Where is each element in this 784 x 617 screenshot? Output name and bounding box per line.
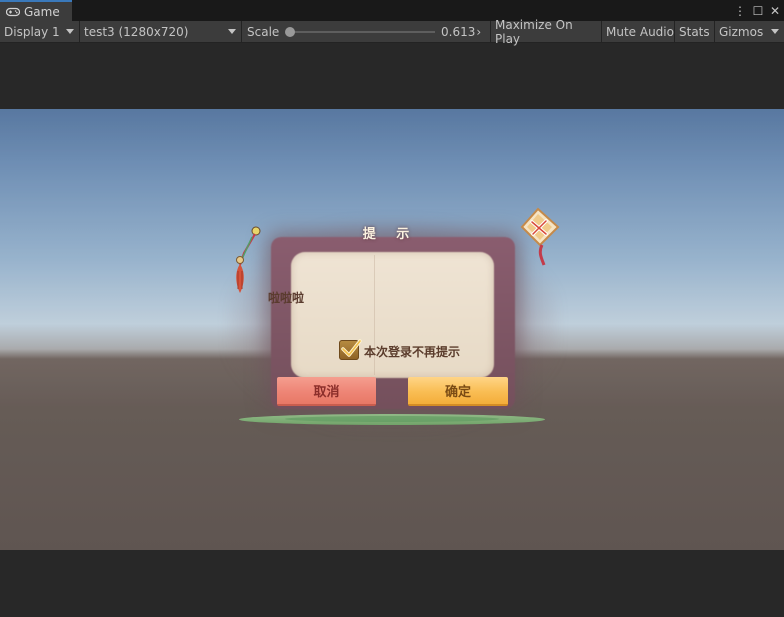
stats-button[interactable]: Stats [675,21,715,42]
kite-close-icon[interactable] [516,207,562,269]
chevron-down-icon [228,29,236,34]
gizmos-dropdown[interactable]: Gizmos [715,21,784,42]
window-tab-bar: Game ⋮ ☐ ✕ [0,0,784,21]
maximize-on-play-button[interactable]: Maximize On Play [491,18,602,46]
cancel-button-label: 取消 [313,385,340,400]
maximize-icon[interactable]: ☐ [750,2,766,19]
display-dropdown-label: Display 1 [4,24,60,39]
chevron-down-icon [771,29,779,34]
scale-label: Scale [243,21,283,42]
maximize-on-play-label: Maximize On Play [495,17,573,46]
tab-game[interactable]: Game [0,0,72,21]
close-icon[interactable]: ✕ [767,2,783,19]
stats-label: Stats [679,24,710,39]
dialog-title: 提 示 [362,227,418,242]
scale-value: 0.613 › [436,21,491,42]
chevron-down-icon [66,29,74,34]
scale-slider-handle[interactable] [285,27,295,37]
resolution-dropdown-label: test3 (1280x720) [84,24,189,39]
mute-audio-label: Mute Audio [606,24,674,39]
dont-show-again-label[interactable]: 本次登录不再提示 [364,343,460,360]
cancel-button[interactable]: 取消 [277,377,376,406]
more-options-icon[interactable]: ⋮ [732,2,748,19]
scale-value-text: 0.613 [441,24,476,39]
gamepad-icon [6,7,20,17]
mute-audio-button[interactable]: Mute Audio [602,21,675,42]
dont-show-again-checkbox[interactable] [339,339,362,360]
chevron-right-icon: › [476,24,482,39]
gizmos-label: Gizmos [719,24,764,39]
scale-slider-track[interactable] [291,31,435,33]
game-view-render[interactable]: 提 示 啦啦啦 本次登录不再提示 取消 确定 [0,109,784,550]
resolution-dropdown[interactable]: test3 (1280x720) [80,21,242,42]
dialog-shadow-inner [285,416,499,422]
dialog-message: 啦啦啦 [268,291,305,305]
confirm-button[interactable]: 确定 [408,377,508,406]
tab-game-label: Game [24,4,60,19]
game-view-toolbar: Display 1 test3 (1280x720) Scale 0.613 ›… [0,18,784,46]
tassel-ornament-icon [236,226,261,293]
scale-label-text: Scale [247,24,280,39]
confirm-button-label: 确定 [444,385,471,400]
display-dropdown[interactable]: Display 1 [0,21,80,42]
checkmark-icon [341,339,362,357]
